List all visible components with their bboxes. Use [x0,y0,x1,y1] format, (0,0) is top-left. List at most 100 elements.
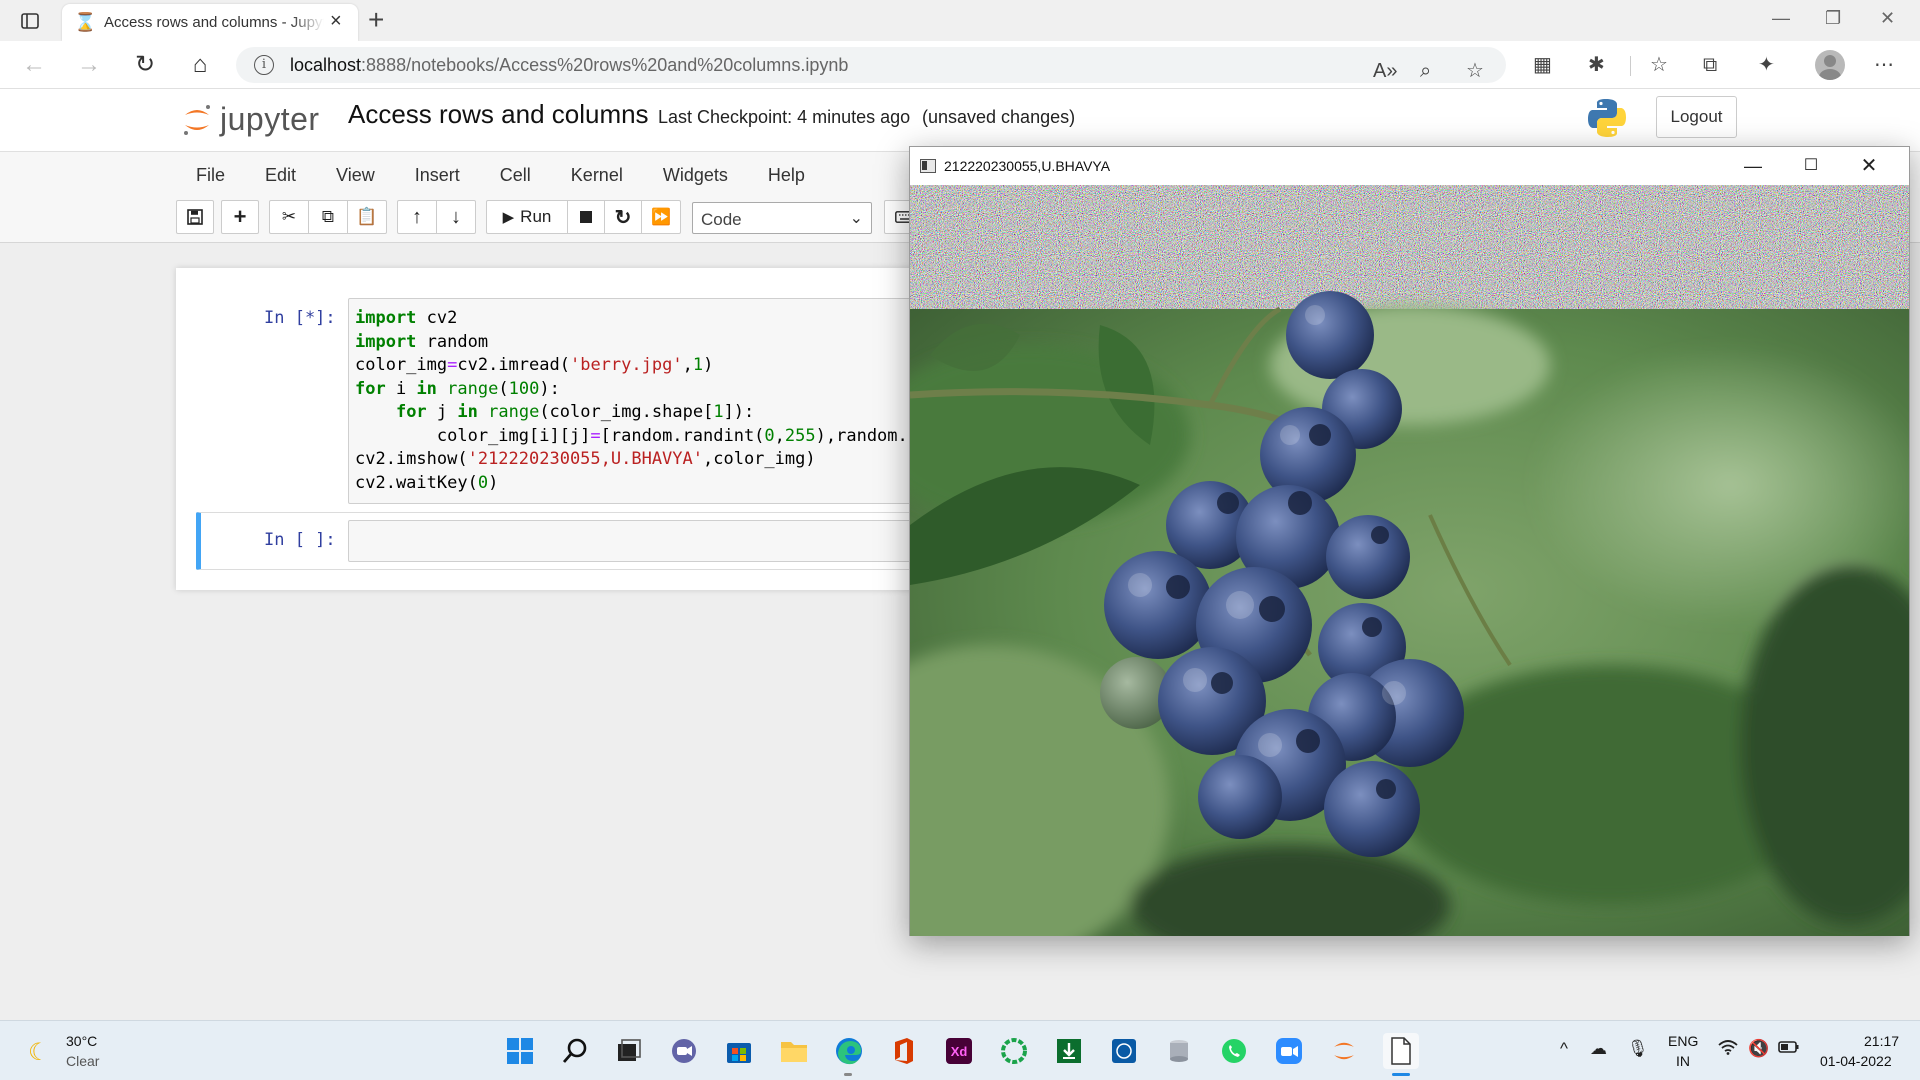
green-ring-app-icon[interactable] [996,1033,1032,1069]
weather-condition[interactable]: Clear [66,1053,99,1069]
task-view-icon[interactable] [611,1033,647,1069]
speaker-muted-icon[interactable]: 🔇 [1748,1039,1769,1059]
minimize-icon[interactable]: — [1738,153,1768,179]
forward-icon[interactable]: → [75,52,103,80]
jupyter-header: jupyter Access rows and columns Last Che… [0,89,1920,151]
move-up-icon[interactable]: ↑ [397,200,437,234]
menu-item-view[interactable]: View [316,152,395,198]
menu-item-help[interactable]: Help [748,152,825,198]
wifi-icon[interactable] [1718,1039,1738,1060]
menu-item-cell[interactable]: Cell [480,152,551,198]
cloud-icon[interactable]: ☁ [1590,1039,1607,1059]
menu-item-edit[interactable]: Edit [245,152,316,198]
cut-icon[interactable]: ✂ [269,200,309,234]
tab-title: Access rows and columns - Jupyter Notebo… [104,14,324,31]
browser-tab-bar: ⌛ Access rows and columns - Jupyter Note… [0,0,1920,41]
close-tab-icon[interactable]: × [330,10,342,32]
whatsapp-icon[interactable] [1216,1033,1252,1069]
browser-tab-active[interactable]: ⌛ Access rows and columns - Jupyter Note… [62,4,358,41]
menu-item-kernel[interactable]: Kernel [551,152,643,198]
cell-prompt: In [*]: [264,308,336,328]
jupyter-logo-text: jupyter [220,101,320,137]
minimize-icon[interactable]: — [1772,8,1790,29]
zoom-meetings-icon[interactable] [1271,1033,1307,1069]
collections-icon[interactable]: ⧉ [1703,53,1717,77]
zoom-icon[interactable]: ⌕ [1420,59,1431,83]
extension-app-icon[interactable]: ▦ [1533,53,1552,77]
copy-icon[interactable]: ⧉ [308,200,348,234]
opencv-window-title: 212220230055,U.BHAVYA [944,158,1111,174]
home-icon[interactable]: ⌂ [186,52,214,80]
save-icon[interactable] [176,200,214,234]
jupyter-logo-icon [184,105,210,135]
edge-icon[interactable] [831,1033,867,1069]
menu-strip: File Edit View Insert Cell Kernel Widgets Help [176,152,825,198]
move-down-icon[interactable]: ↓ [436,200,476,234]
moon-icon[interactable]: ☾ [28,1038,50,1067]
adobe-xd-icon[interactable]: Xd [941,1033,977,1069]
more-options-icon[interactable]: ⋯ [1874,53,1894,77]
region-indicator[interactable]: IN [1676,1053,1690,1069]
weather-temperature[interactable]: 30°C [66,1033,97,1049]
start-icon[interactable] [502,1033,538,1069]
blueberry-image [910,185,1909,936]
cell-type-select[interactable]: Code ⌄ [692,202,872,234]
interrupt-icon[interactable] [567,200,605,234]
chevron-down-icon: ⌄ [849,210,863,227]
menu-item-file[interactable]: File [176,152,245,198]
cell-prompt: In [ ]: [264,530,336,550]
new-tab-icon[interactable]: + [368,5,384,35]
url-field[interactable]: i localhost:8888/notebooks/Access%20rows… [236,47,1506,83]
maximize-icon[interactable]: ☐ [1796,153,1826,179]
office-icon[interactable] [886,1033,922,1069]
run-button[interactable]: ▶ Run [486,200,568,234]
tab-actions-icon[interactable] [18,9,42,33]
windows-taskbar: ☾ 30°C Clear Xd ^ ☁ 🎙 ENG IN 🔇 21:17 01-… [0,1020,1920,1080]
copilot-icon[interactable]: ✦ [1758,53,1775,77]
clock-date[interactable]: 01-04-2022 [1820,1053,1892,1069]
insert-cell-icon[interactable]: + [221,200,259,234]
language-indicator[interactable]: ENG [1668,1033,1698,1049]
jupyter-taskbar-icon[interactable] [1326,1033,1362,1069]
menu-item-widgets[interactable]: Widgets [643,152,748,198]
info-icon[interactable]: i [254,55,274,75]
back-icon[interactable]: ← [20,52,48,80]
file-explorer-icon[interactable] [776,1033,812,1069]
restart-run-all-icon[interactable]: ⏩ [641,200,681,234]
restore-icon[interactable]: ❐ [1825,8,1841,29]
store-icon[interactable] [721,1033,757,1069]
refresh-icon[interactable]: ↻ [131,52,159,80]
dell-app-icon[interactable] [1106,1033,1142,1069]
favorites-icon[interactable]: ☆ [1650,53,1668,77]
paste-icon[interactable]: 📋 [347,200,387,234]
restart-icon[interactable]: ↻ [604,200,642,234]
clock-time[interactable]: 21:17 [1864,1033,1899,1049]
browser-address-bar: ← → ↻ ⌂ i localhost:8888/notebooks/Acces… [0,41,1920,89]
chat-icon[interactable] [666,1033,702,1069]
close-window-icon[interactable]: ✕ [1880,8,1895,29]
python-kernel-icon [1588,99,1626,137]
chevron-up-icon[interactable]: ^ [1560,1039,1568,1059]
file-icon[interactable] [1383,1033,1419,1069]
download-app-icon[interactable] [1051,1033,1087,1069]
opencv-titlebar[interactable]: 212220230055,U.BHAVYA — ☐ ✕ [910,147,1909,185]
play-icon: ▶ [502,209,515,226]
hourglass-icon: ⌛ [74,12,97,32]
profile-avatar[interactable] [1815,50,1845,80]
add-favorite-icon[interactable]: ☆ [1466,59,1484,83]
run-label: Run [520,207,552,226]
database-app-icon[interactable] [1161,1033,1197,1069]
microphone-icon[interactable]: 🎙 [1627,1039,1649,1059]
battery-icon[interactable] [1778,1039,1800,1059]
close-icon[interactable]: ✕ [1854,153,1884,179]
active-indicator [1392,1073,1410,1076]
search-icon[interactable] [557,1033,593,1069]
notebook-name[interactable]: Access rows and columns [348,99,649,130]
extensions-icon[interactable]: ✱ [1588,53,1605,77]
opencv-image-window[interactable]: 212220230055,U.BHAVYA — ☐ ✕ [909,146,1910,936]
menu-item-insert[interactable]: Insert [395,152,480,198]
window-app-icon [920,159,936,173]
jupyter-logo[interactable]: jupyter [180,99,332,141]
read-aloud-icon[interactable]: A» [1373,59,1397,83]
logout-button[interactable]: Logout [1656,96,1737,138]
